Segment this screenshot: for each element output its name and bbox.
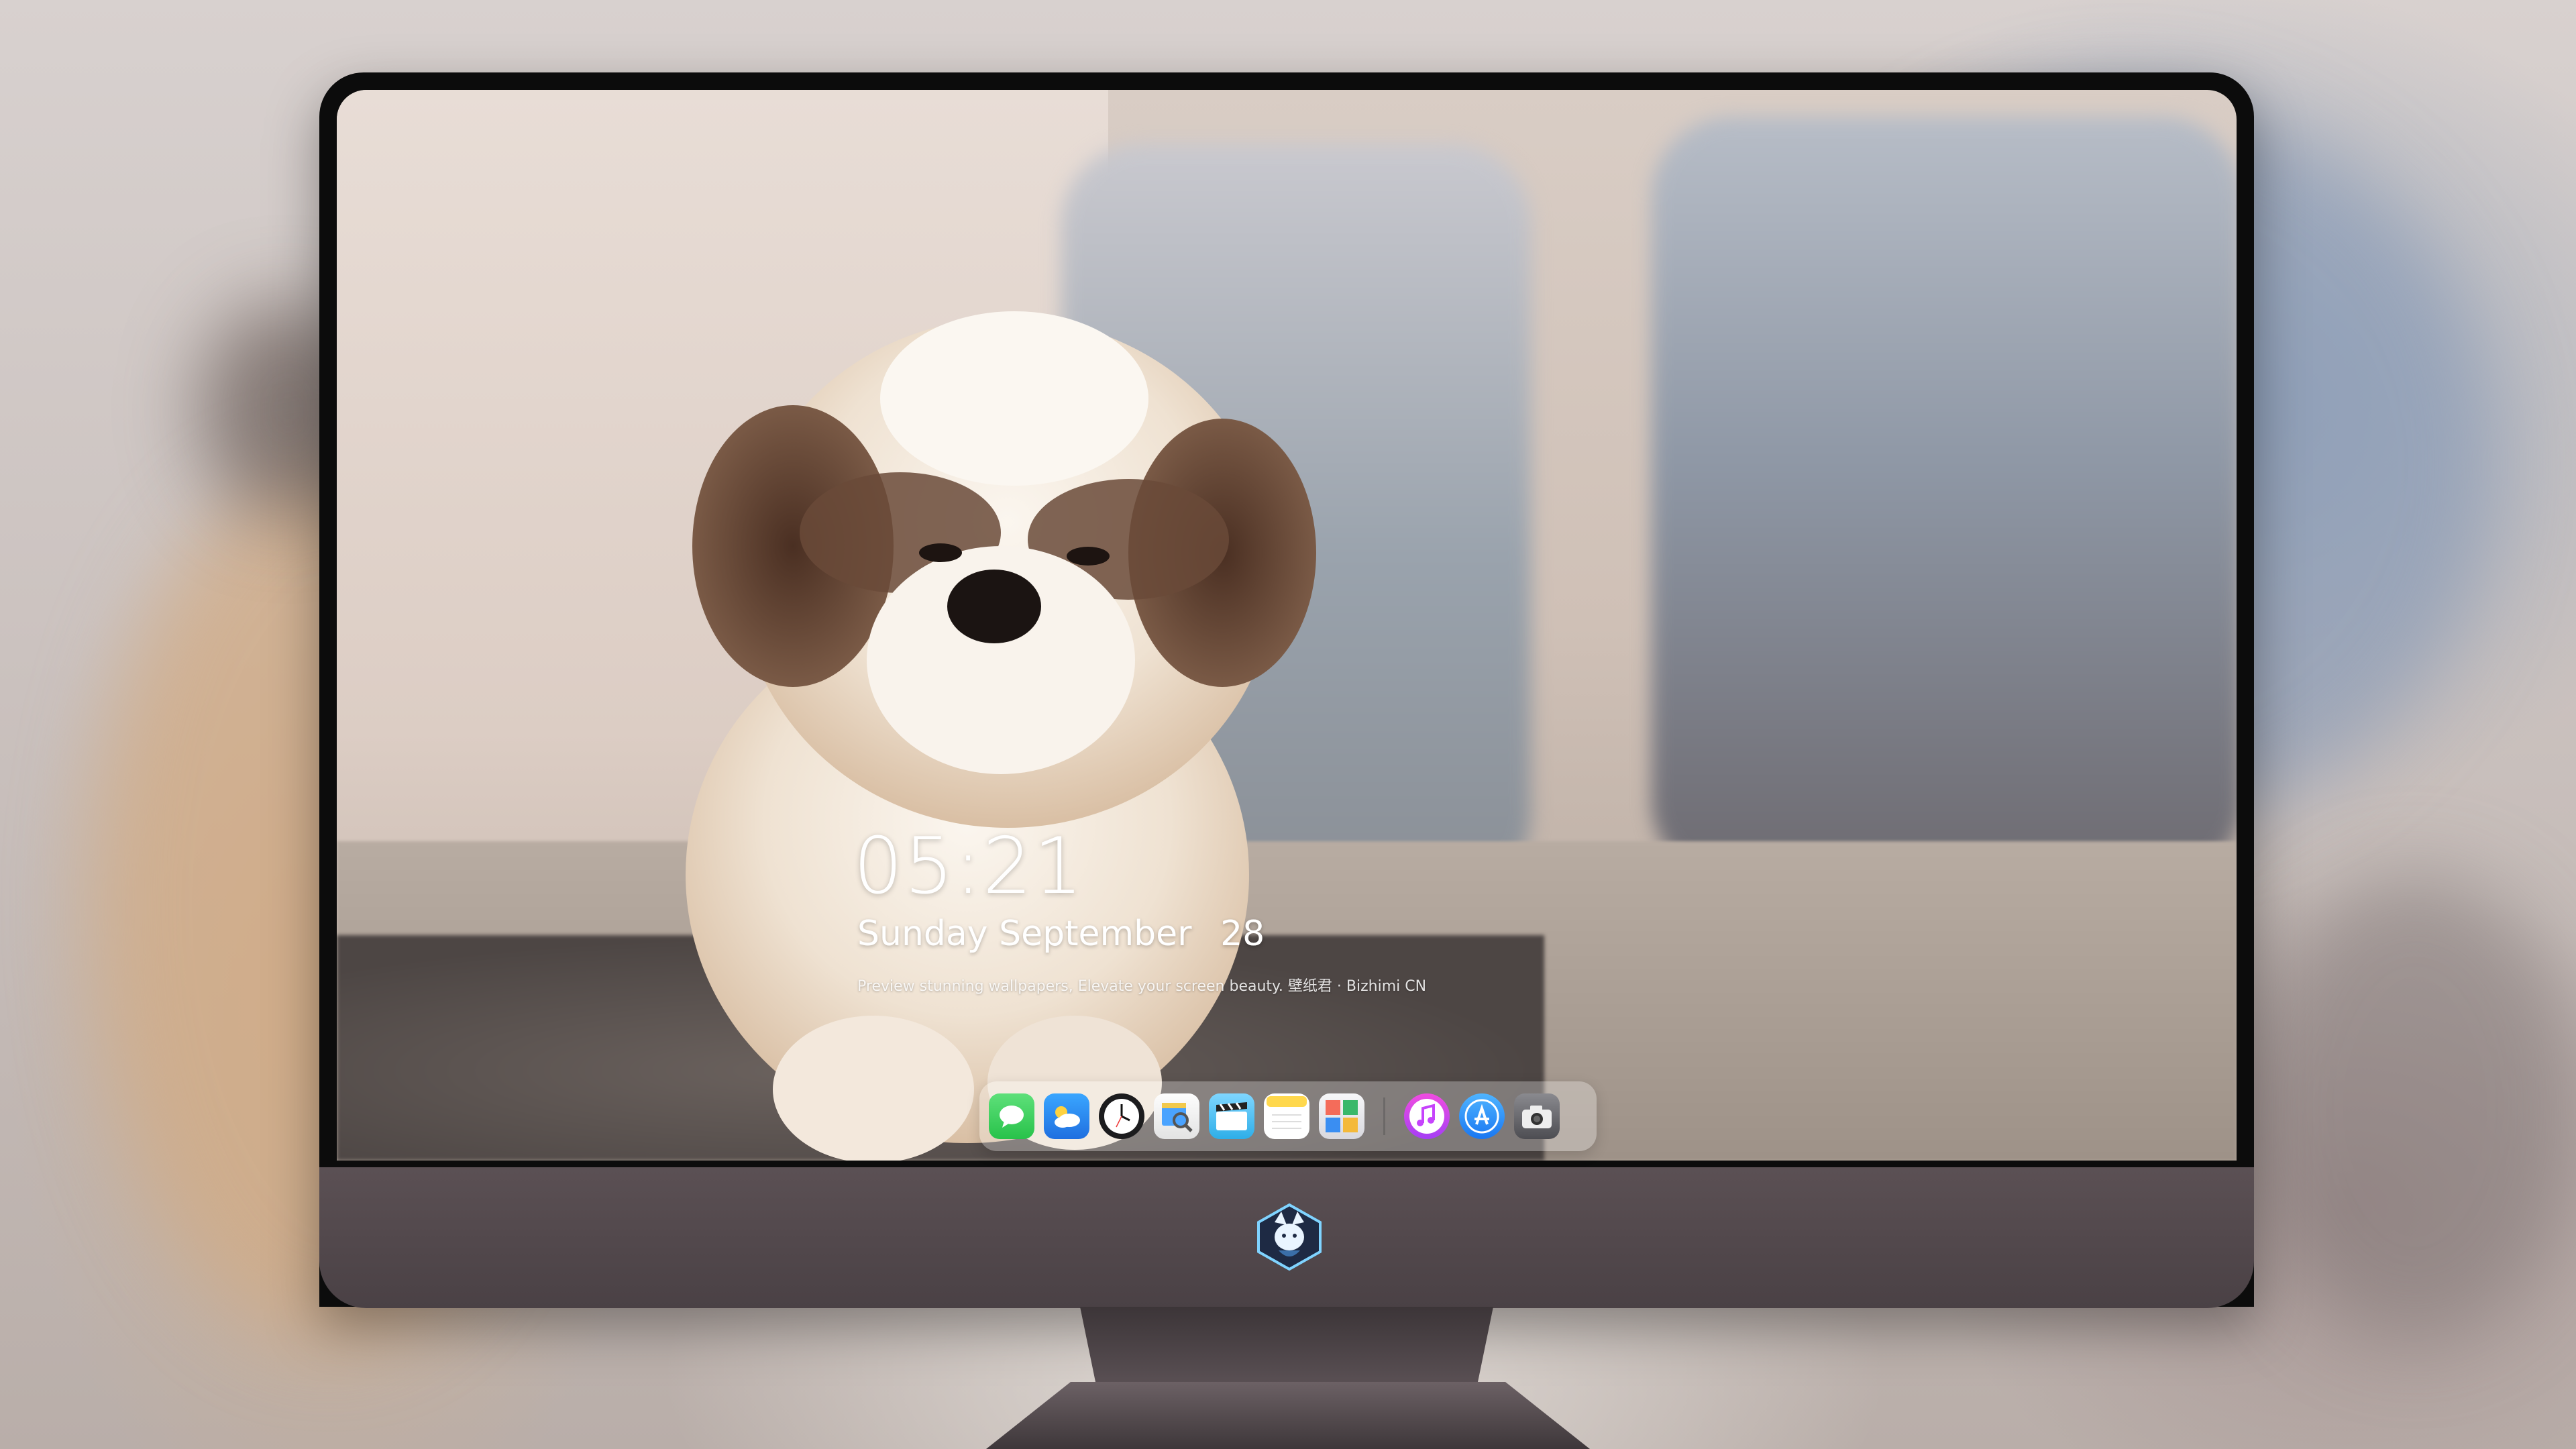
app-dock [979, 1081, 1597, 1151]
image-grid-icon [1326, 1100, 1358, 1132]
notepad-icon [1267, 1096, 1307, 1129]
dock-app-photo-booth[interactable] [1319, 1093, 1364, 1139]
lockscreen-weekday: Sunday [857, 914, 988, 954]
monitor-stand-base [986, 1382, 1590, 1449]
dock-app-preview[interactable] [1154, 1093, 1199, 1139]
blurred-object-shape [2247, 872, 2576, 1342]
cloud-sun-icon [1055, 1106, 1080, 1128]
dock-app-weather[interactable] [1044, 1093, 1089, 1139]
dock-app-clock[interactable] [1099, 1093, 1144, 1139]
lockscreen-date: Sunday September 28 [857, 914, 1265, 954]
app-store-icon [1464, 1099, 1499, 1134]
music-note-icon [1409, 1099, 1444, 1134]
camera-icon [1522, 1106, 1552, 1128]
dock-app-messages[interactable] [989, 1093, 1034, 1139]
lockscreen-month: September [999, 914, 1192, 954]
lockscreen-tagline: Preview stunning wallpapers, Elevate you… [857, 978, 1427, 995]
lockscreen-day: 28 [1220, 914, 1265, 954]
dock-separator [1383, 1097, 1385, 1135]
lockscreen-time: 05:21 [853, 821, 1085, 912]
dock-app-app-store[interactable] [1459, 1093, 1505, 1139]
clapperboard-icon [1216, 1102, 1247, 1130]
photo-magnifier-icon [1162, 1103, 1193, 1132]
wallpaper-gas-tank-right [1652, 117, 2237, 881]
speech-bubble-icon [1000, 1106, 1024, 1128]
dock-app-clips[interactable] [1209, 1093, 1254, 1139]
dock-app-notes[interactable] [1264, 1093, 1309, 1139]
monitor-screen: 05:21 Sunday September 28 Preview stunni… [337, 90, 2237, 1161]
monitor-stand-neck [1080, 1307, 1493, 1387]
clock-icon [1104, 1099, 1139, 1134]
dock-app-music[interactable] [1404, 1093, 1450, 1139]
dock-app-camera[interactable] [1514, 1093, 1560, 1139]
fox-emblem-icon [1257, 1203, 1322, 1271]
wallpaper-puppy [686, 311, 1316, 1161]
